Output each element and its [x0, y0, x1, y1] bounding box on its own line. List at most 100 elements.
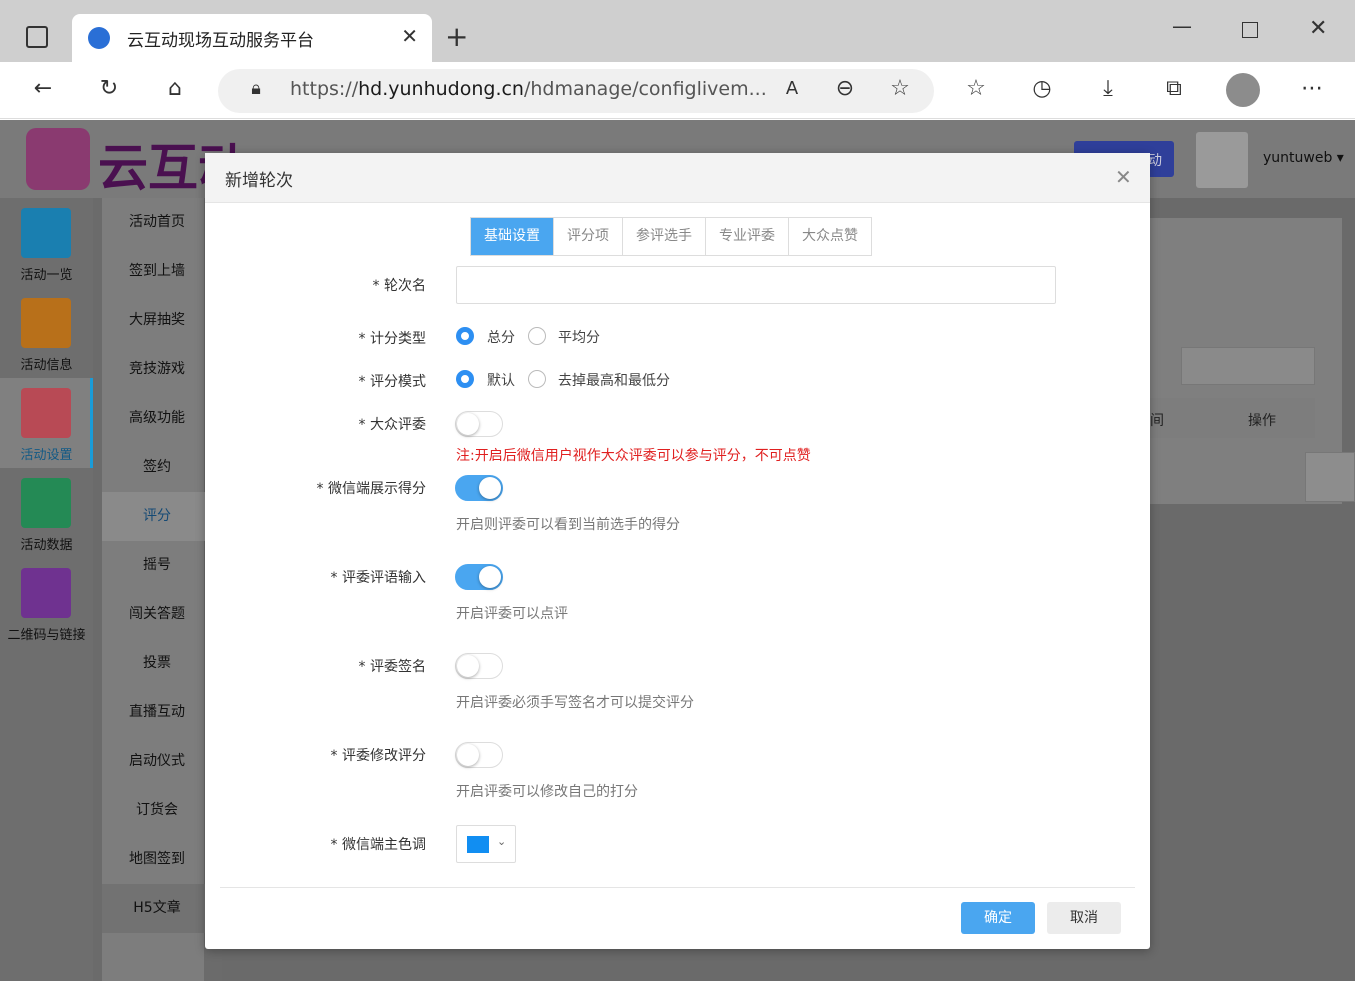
- modal-tabs: 基础设置 评分项 参评选手 专业评委 大众点赞: [470, 217, 872, 256]
- lock-icon[interactable]: 🔒︎: [241, 78, 271, 99]
- minimize-icon[interactable]: —: [1172, 14, 1192, 38]
- confirm-button[interactable]: 确定: [961, 902, 1035, 934]
- nav-activity-list[interactable]: 活动一览: [0, 198, 93, 288]
- theme-color-picker[interactable]: ⌄: [456, 825, 516, 863]
- refresh-icon[interactable]: ↻: [94, 76, 124, 101]
- score-mode-trim-label: 去掉最高和最低分: [558, 373, 670, 389]
- subnav-home[interactable]: 活动首页: [102, 198, 212, 247]
- subnav-live[interactable]: 直播互动: [102, 688, 212, 737]
- subnav-h5-article[interactable]: H5文章: [102, 884, 212, 933]
- subnav-order-meeting[interactable]: 订货会: [102, 786, 212, 835]
- nav-activity-settings[interactable]: 活动设置: [0, 378, 93, 468]
- tab-actions-icon[interactable]: [26, 26, 48, 48]
- favorites-icon[interactable]: ☆: [961, 76, 991, 101]
- score-mode-label: 评分模式: [196, 371, 426, 391]
- public-judge-toggle[interactable]: [455, 411, 503, 437]
- nav-activity-info[interactable]: 活动信息: [0, 288, 93, 378]
- score-type-total-radio[interactable]: [456, 327, 474, 345]
- wx-show-score-toggle[interactable]: [455, 475, 503, 501]
- floating-qrcode-icon[interactable]: [1305, 452, 1355, 502]
- score-type-average-radio[interactable]: [528, 327, 546, 345]
- back-icon[interactable]: ←: [28, 76, 58, 101]
- cancel-button[interactable]: 取消: [1047, 902, 1121, 934]
- judge-sign-hint: 开启评委必须手写签名才可以提交评分: [456, 695, 694, 711]
- public-judge-note: 注:开启后微信用户视作大众评委可以参与评分，不可点赞: [456, 448, 811, 464]
- score-type-average-label: 平均分: [558, 330, 600, 346]
- tab-basic-settings[interactable]: 基础设置: [471, 218, 554, 255]
- judge-sign-label: 评委签名: [196, 656, 426, 676]
- judge-sign-toggle[interactable]: [455, 653, 503, 679]
- modal-title: 新增轮次: [225, 171, 293, 191]
- tab-pro-judges[interactable]: 专业评委: [706, 218, 789, 255]
- table-toolbar[interactable]: [1181, 347, 1315, 385]
- logo-phone-icon: [26, 128, 90, 190]
- score-mode-default-radio[interactable]: [456, 370, 474, 388]
- toggle-knob: [479, 566, 501, 588]
- extensions-icon[interactable]: ⧉: [1159, 76, 1189, 101]
- more-icon[interactable]: ⋯: [1297, 76, 1327, 101]
- judge-comment-hint: 开启评委可以点评: [456, 606, 568, 622]
- profile-avatar[interactable]: [1226, 73, 1260, 107]
- tab-title: 云互动现场互动服务平台: [127, 31, 314, 51]
- read-aloud-icon[interactable]: A: [777, 78, 807, 99]
- score-type-label: 计分类型: [196, 328, 426, 348]
- table-col-time: 间: [1150, 413, 1164, 429]
- toggle-knob: [457, 744, 479, 766]
- close-tab-icon[interactable]: ✕: [401, 24, 418, 48]
- download-icon[interactable]: ⤓: [1093, 76, 1123, 101]
- site-favicon-icon: [88, 27, 110, 49]
- table-col-action: 操作: [1248, 413, 1276, 429]
- modal-header: [205, 153, 1150, 203]
- judge-modify-hint: 开启评委可以修改自己的打分: [456, 784, 638, 800]
- round-name-input[interactable]: [456, 266, 1056, 304]
- round-name-label: 轮次名: [196, 275, 426, 295]
- wx-theme-label: 微信端主色调: [196, 834, 426, 854]
- database-icon: [21, 478, 71, 528]
- modal-footer-divider: [220, 887, 1135, 888]
- judge-comment-toggle[interactable]: [455, 564, 503, 590]
- score-type-total-label: 总分: [487, 330, 515, 346]
- public-judge-label: 大众评委: [196, 414, 426, 434]
- toggle-knob: [457, 413, 479, 435]
- tab-contestants[interactable]: 参评选手: [623, 218, 706, 255]
- history-icon[interactable]: ◷: [1027, 76, 1057, 101]
- nav-activity-data[interactable]: 活动数据: [0, 468, 93, 558]
- nav-qrcode-links[interactable]: 二维码与链接: [0, 558, 93, 648]
- score-mode-default-label: 默认: [487, 373, 515, 389]
- judge-modify-toggle[interactable]: [455, 742, 503, 768]
- user-avatar[interactable]: [1196, 132, 1248, 188]
- score-mode-trim-radio[interactable]: [528, 370, 546, 388]
- browser-tab[interactable]: 云互动现场互动服务平台 ✕: [72, 14, 432, 62]
- document-icon: [21, 298, 71, 348]
- new-tab-icon[interactable]: +: [445, 20, 468, 53]
- home-icon[interactable]: ⌂: [160, 76, 190, 101]
- wx-show-score-hint: 开启则评委可以看到当前选手的得分: [456, 517, 680, 533]
- toggle-knob: [457, 655, 479, 677]
- nav-label: 二维码与链接: [7, 628, 86, 643]
- nav-label: 活动信息: [20, 358, 73, 373]
- wx-show-score-label: 微信端展示得分: [196, 478, 426, 498]
- judge-modify-label: 评委修改评分: [196, 745, 426, 765]
- tab-public-likes[interactable]: 大众点赞: [789, 218, 871, 255]
- qrcode-icon: [21, 568, 71, 618]
- nav-label: 活动一览: [20, 268, 73, 283]
- toggle-knob: [479, 477, 501, 499]
- judge-comment-label: 评委评语输入: [196, 567, 426, 587]
- chevron-down-icon: ⌄: [497, 835, 507, 848]
- nav-label: 活动设置: [20, 448, 73, 463]
- close-window-icon[interactable]: ✕: [1309, 16, 1327, 41]
- top-button-label: 动: [1148, 153, 1162, 169]
- add-favorite-icon[interactable]: ☆: [885, 76, 915, 101]
- subnav-quiz[interactable]: 闯关答题: [102, 590, 212, 639]
- subnav-scoring[interactable]: 评分: [102, 492, 212, 541]
- maximize-icon[interactable]: [1242, 22, 1258, 38]
- url-text[interactable]: https://hd.yunhudong.cn/hdmanage/configl…: [290, 78, 767, 100]
- nav-label: 活动数据: [20, 538, 73, 553]
- gear-icon: [21, 388, 71, 438]
- close-icon[interactable]: ✕: [1115, 165, 1132, 189]
- user-name[interactable]: yuntuweb ▾: [1263, 150, 1344, 166]
- grid-icon: [21, 208, 71, 258]
- color-swatch: [467, 836, 489, 853]
- zoom-out-icon[interactable]: ⊖: [830, 76, 860, 101]
- tab-score-items[interactable]: 评分项: [554, 218, 623, 255]
